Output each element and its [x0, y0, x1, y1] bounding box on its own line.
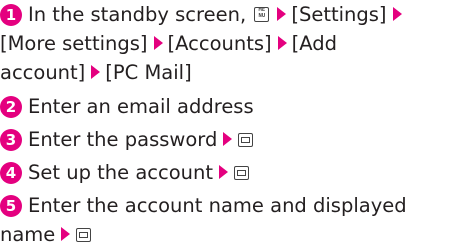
arrow-right-icon — [223, 132, 233, 146]
pc-mail-item: [PC Mail] — [105, 61, 192, 84]
step-1-prefix: In the standby screen, — [28, 3, 247, 26]
step-3-text: Enter the password — [28, 128, 218, 151]
step-2: 2 Enter an email address — [0, 92, 470, 121]
step-number-badge: 1 — [0, 4, 22, 26]
add-account-item-end: account] — [0, 61, 86, 84]
step-number-badge: 4 — [0, 162, 22, 184]
ok-key-icon — [238, 133, 254, 147]
more-settings-item: [More settings] — [0, 32, 148, 55]
step-2-text: Enter an email address — [28, 95, 254, 118]
step-4: 4 Set up the account — [0, 158, 470, 187]
step-5: 5 Enter the account name and displayed n… — [0, 191, 470, 249]
arrow-right-icon — [392, 7, 402, 21]
arrow-right-icon — [219, 165, 229, 179]
settings-item: [Settings] — [291, 3, 387, 26]
ok-key-icon — [76, 228, 92, 242]
step-5-text-end: name — [0, 223, 56, 246]
step-1-line-2: [More settings] [Accounts] [Add — [0, 29, 470, 58]
arrow-right-icon — [153, 36, 163, 50]
arrow-right-icon — [91, 65, 101, 79]
arrow-right-icon — [277, 36, 287, 50]
step-3-line: Enter the password — [0, 125, 470, 154]
step-5-line-1: Enter the account name and displayed — [28, 194, 407, 217]
step-3: 3 Enter the password — [0, 125, 470, 154]
step-5-line-2: name — [0, 220, 470, 249]
step-number-badge: 5 — [0, 195, 22, 217]
step-4-line: Set up the account — [0, 158, 470, 187]
arrow-right-icon — [277, 7, 287, 21]
step-4-text: Set up the account — [28, 161, 214, 184]
ok-key-icon — [234, 166, 250, 180]
step-1-line-3: account] [PC Mail] — [0, 58, 470, 87]
step-1-line-1: In the standby screen, ME NU [Settings] — [0, 0, 470, 29]
arrow-right-icon — [61, 227, 71, 241]
step-number-badge: 3 — [0, 129, 22, 151]
add-account-item-start: [Add — [291, 32, 338, 55]
accounts-item: [Accounts] — [167, 32, 272, 55]
step-number-badge: 2 — [0, 96, 22, 118]
step-1: 1 In the standby screen, ME NU [Settings] … — [0, 0, 470, 87]
menu-key-icon: ME NU — [254, 7, 270, 22]
